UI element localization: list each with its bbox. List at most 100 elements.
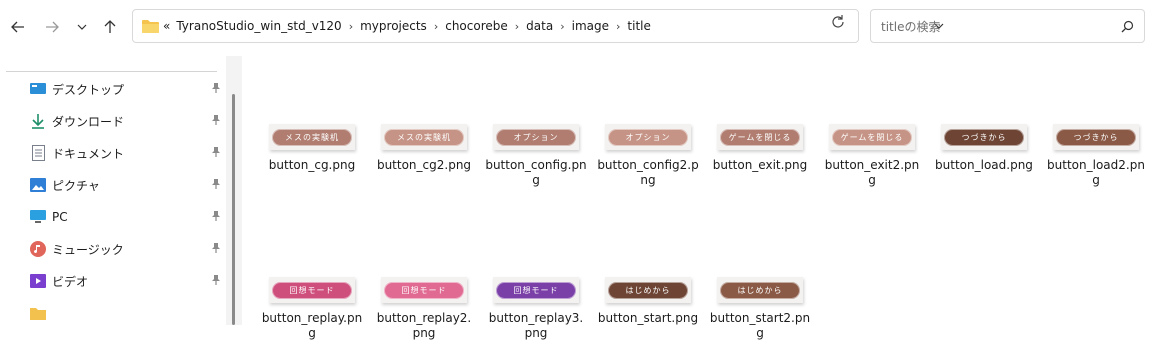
navigation-scrollbar[interactable]: [226, 56, 242, 325]
file-item[interactable]: つづきから button_load.png: [929, 114, 1039, 173]
file-name: button_exit.png: [712, 158, 808, 172]
file-item[interactable]: 回想モード button_replay.png: [257, 267, 367, 341]
button-graphic: はじめから: [608, 281, 688, 299]
chevron-right-icon[interactable]: ›: [616, 20, 620, 33]
button-graphic: メスの実験机: [384, 128, 464, 146]
button-graphic: オプション: [608, 128, 688, 146]
file-thumbnail: つづきから: [929, 114, 1039, 158]
file-view: メスの実験机 button_cg.png メスの実験机 button_cg2.png オ…: [243, 56, 1153, 340]
breadcrumb-item[interactable]: chocorebe: [445, 19, 508, 33]
file-name: button_cg2.png: [376, 158, 472, 172]
pc-icon: [30, 209, 46, 225]
back-button[interactable]: [6, 14, 30, 40]
file-thumbnail: つづきから: [1041, 114, 1151, 158]
search-icon: [1121, 20, 1134, 33]
button-graphic: 回想モード: [384, 281, 464, 299]
recent-locations-button[interactable]: [70, 14, 94, 40]
sidebar-item-label: ドキュメント: [52, 146, 125, 161]
image-preview: メスの実験机: [269, 124, 355, 150]
breadcrumb-item[interactable]: title: [627, 19, 650, 33]
file-thumbnail: メスの実験机: [369, 114, 479, 158]
file-name: button_load.png: [935, 158, 1033, 172]
file-item[interactable]: ゲームを閉じる button_exit2.png: [817, 114, 927, 188]
chevron-right-icon[interactable]: ›: [515, 20, 519, 33]
sidebar-item[interactable]: デスクトップ: [30, 75, 226, 103]
refresh-icon[interactable]: [830, 14, 846, 30]
scrollbar-thumb[interactable]: [232, 94, 235, 325]
search-box[interactable]: [870, 9, 1145, 43]
file-name: button_config.png: [485, 158, 587, 187]
breadcrumb-item[interactable]: myprojects: [360, 19, 427, 33]
up-button[interactable]: [98, 14, 122, 40]
file-name: button_start2.png: [709, 311, 811, 340]
button-graphic: オプション: [496, 128, 576, 146]
sidebar-item[interactable]: ドキュメント: [30, 139, 226, 167]
sidebar-item[interactable]: PC: [30, 203, 226, 231]
folder-icon: [30, 305, 46, 321]
breadcrumb-item[interactable]: data: [526, 19, 553, 33]
file-item[interactable]: オプション button_config.png: [481, 114, 591, 188]
button-graphic: ゲームを閉じる: [720, 128, 800, 146]
image-preview: はじめから: [605, 277, 691, 303]
sidebar-item[interactable]: ミュージック: [30, 235, 226, 263]
image-preview: つづきから: [941, 124, 1027, 150]
image-preview: つづきから: [1053, 124, 1139, 150]
thumbnail-text: ゲームを閉じる: [728, 132, 792, 142]
image-preview: 回想モード: [381, 277, 467, 303]
file-name: button_exit2.png: [824, 158, 920, 187]
chevron-right-icon[interactable]: ›: [434, 20, 438, 33]
chevron-right-icon[interactable]: ›: [349, 20, 353, 33]
file-thumbnail: はじめから: [593, 267, 703, 311]
button-graphic: つづきから: [1056, 128, 1136, 146]
image-preview: オプション: [605, 124, 691, 150]
breadcrumb: « TyranoStudio_win_std_v120 › myprojects ›…: [163, 10, 651, 42]
image-preview: 回想モード: [269, 277, 355, 303]
file-name: button_load2.png: [1047, 158, 1145, 187]
file-item[interactable]: 回想モード button_replay2.png: [369, 267, 479, 341]
file-thumbnail: 回想モード: [257, 267, 367, 311]
address-bar[interactable]: « TyranoStudio_win_std_v120 › myprojects ›…: [132, 9, 944, 43]
thumbnail-text: はじめから: [737, 285, 783, 295]
thumbnail-text: はじめから: [625, 285, 671, 295]
chevron-right-icon[interactable]: ›: [560, 20, 564, 33]
button-graphic: つづきから: [944, 128, 1024, 146]
file-item[interactable]: メスの実験机 button_cg.png: [257, 114, 367, 173]
file-thumbnail: オプション: [593, 114, 703, 158]
pin-icon: [212, 83, 220, 93]
file-item[interactable]: 回想モード button_replay3.png: [481, 267, 591, 341]
thumbnail-text: 回想モード: [513, 285, 559, 295]
file-name: button_config2.png: [597, 158, 699, 187]
pin-icon: [212, 243, 220, 253]
sidebar-item[interactable]: ダウンロード: [30, 107, 226, 135]
file-name: button_replay2.png: [376, 311, 472, 340]
thumbnail-text: 回想モード: [289, 285, 335, 295]
pin-icon: [212, 211, 220, 221]
sidebar-item-label: PC: [52, 210, 68, 224]
thumbnail-text: 回想モード: [401, 285, 447, 295]
file-item[interactable]: オプション button_config2.png: [593, 114, 703, 188]
folder-icon: [142, 20, 159, 33]
breadcrumb-item[interactable]: image: [572, 19, 609, 33]
file-item[interactable]: メスの実験机 button_cg2.png: [369, 114, 479, 173]
file-item[interactable]: はじめから button_start2.png: [705, 267, 815, 341]
sidebar-item-label: ミュージック: [52, 242, 124, 257]
thumbnail-text: メスの実験机: [285, 132, 339, 142]
desktop-icon: [30, 81, 46, 97]
forward-button[interactable]: [40, 14, 64, 40]
button-graphic: 回想モード: [496, 281, 576, 299]
breadcrumb-item[interactable]: TyranoStudio_win_std_v120: [176, 19, 341, 33]
file-item[interactable]: はじめから button_start.png: [593, 267, 703, 326]
image-preview: 回想モード: [493, 277, 579, 303]
sidebar-item[interactable]: ピクチャ: [30, 171, 226, 199]
breadcrumb-overflow[interactable]: «: [163, 19, 170, 33]
image-preview: ゲームを閉じる: [717, 124, 803, 150]
search-input[interactable]: [879, 17, 1113, 37]
file-thumbnail: メスの実験机: [257, 114, 367, 158]
file-thumbnail: 回想モード: [481, 267, 591, 311]
sidebar-item[interactable]: ビデオ: [30, 267, 226, 295]
sidebar-item[interactable]: [30, 299, 226, 327]
file-item[interactable]: つづきから button_load2.png: [1041, 114, 1151, 188]
thumbnail-text: オプション: [625, 132, 671, 142]
file-item[interactable]: ゲームを閉じる button_exit.png: [705, 114, 815, 173]
file-thumbnail: 回想モード: [369, 267, 479, 311]
